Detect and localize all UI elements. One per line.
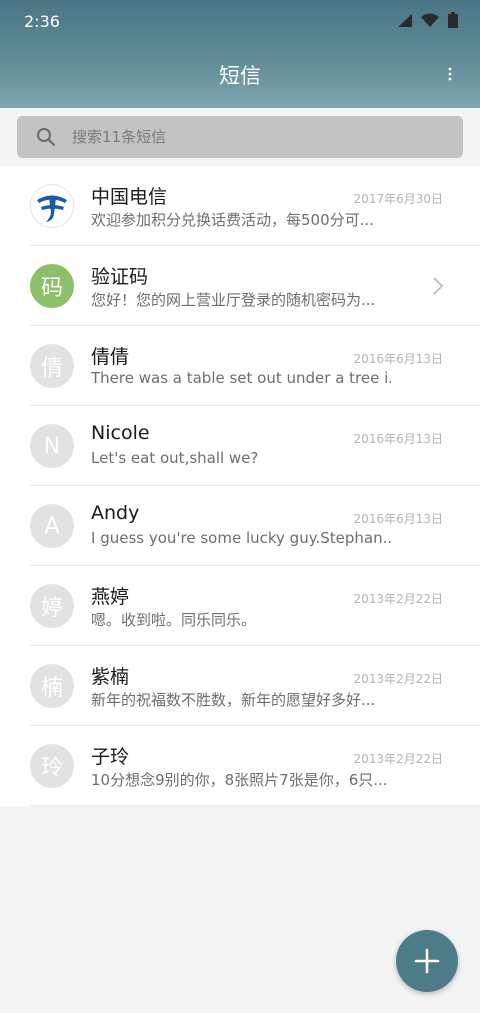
- avatar: N: [30, 424, 74, 468]
- conversation-preview: There was a table set out under a tree i…: [91, 369, 391, 387]
- new-message-button[interactable]: [396, 930, 458, 992]
- status-time: 2:36: [24, 12, 60, 31]
- conversation-item-ziling[interactable]: 玲 子玲 10分想念9别的你，8张照片7张是你，6只... 2013年2月22日: [0, 726, 480, 806]
- conversation-name: Nicole: [91, 422, 150, 444]
- more-options-button[interactable]: [440, 64, 460, 84]
- conversation-date: 2016年6月13日: [353, 432, 443, 446]
- conversation-date: 2016年6月13日: [353, 352, 443, 366]
- avatar: A: [30, 504, 74, 548]
- china-telecom-logo-avatar: [30, 184, 74, 228]
- conversation-name: Andy: [91, 502, 140, 524]
- conversation-date: 2017年6月30日: [353, 192, 443, 206]
- conversation-preview: 欢迎参加积分兑换话费活动，每500分可...: [91, 211, 374, 229]
- search-input[interactable]: [72, 116, 452, 158]
- avatar: 码: [30, 264, 74, 308]
- chevron-right-icon: [433, 277, 444, 295]
- conversation-item-yanting[interactable]: 婷 燕婷 嗯。收到啦。同乐同乐。 2013年2月22日: [0, 566, 480, 646]
- conversation-name: 子玲: [91, 746, 130, 768]
- avatar: 玲: [30, 744, 74, 788]
- more-vert-icon: [448, 67, 452, 81]
- conversation-preview: 嗯。收到啦。同乐同乐。: [91, 611, 257, 629]
- conversation-item-verification-code[interactable]: 码 验证码 您好！您的网上营业厅登录的随机密码为...: [0, 246, 480, 326]
- conversation-date: 2016年6月13日: [353, 512, 443, 526]
- plus-icon: [414, 948, 440, 974]
- conversation-item-china-telecom[interactable]: 中国电信 欢迎参加积分兑换话费活动，每500分可... 2017年6月30日: [0, 166, 480, 246]
- search-icon: [37, 128, 55, 146]
- signal-icon: [398, 13, 412, 27]
- conversation-preview: 10分想念9别的你，8张照片7张是你，6只...: [91, 771, 388, 789]
- conversation-preview: Let's eat out,shall we?: [91, 449, 259, 467]
- conversation-item-andy[interactable]: A Andy I guess you're some lucky guy.Ste…: [0, 486, 480, 566]
- search-section: [0, 108, 480, 166]
- conversation-item-zinan[interactable]: 楠 紫楠 新年的祝福数不胜数，新年的愿望好多好... 2013年2月22日: [0, 646, 480, 726]
- conversation-date: 2013年2月22日: [353, 672, 443, 686]
- avatar: 楠: [30, 664, 74, 708]
- conversation-name: 倩倩: [91, 346, 130, 368]
- conversation-name: 燕婷: [91, 586, 130, 608]
- conversation-list: 中国电信 欢迎参加积分兑换话费活动，每500分可... 2017年6月30日 码…: [0, 166, 480, 806]
- conversation-item-nicole[interactable]: N Nicole Let's eat out,shall we? 2016年6月…: [0, 406, 480, 486]
- battery-icon: [448, 12, 458, 28]
- app-header: 2:36 短信: [0, 0, 480, 108]
- status-icons: [398, 12, 458, 28]
- avatar: 倩: [30, 344, 74, 388]
- conversation-preview: 新年的祝福数不胜数，新年的愿望好多好...: [91, 691, 376, 709]
- messages-screen: 2:36 短信 搜索11条短信 中国电信 欢迎参加积分兑换话费活动，每500分可…: [0, 0, 480, 1013]
- search-box[interactable]: [17, 116, 463, 158]
- conversation-preview: 您好！您的网上营业厅登录的随机密码为...: [91, 291, 376, 309]
- china-telecom-logo-icon: [37, 195, 67, 222]
- conversation-item-qianqian[interactable]: 倩 倩倩 There was a table set out under a t…: [0, 326, 480, 406]
- avatar: 婷: [30, 584, 74, 628]
- wifi-icon: [421, 13, 439, 27]
- page-title: 短信: [219, 64, 261, 88]
- conversation-name: 紫楠: [91, 666, 130, 688]
- status-bar: 2:36: [0, 0, 480, 42]
- conversation-name: 验证码: [91, 266, 149, 288]
- conversation-preview: I guess you're some lucky guy.Stephan...: [91, 529, 391, 547]
- conversation-date: 2013年2月22日: [353, 592, 443, 606]
- conversation-name: 中国电信: [91, 186, 168, 208]
- conversation-date: 2013年2月22日: [353, 752, 443, 766]
